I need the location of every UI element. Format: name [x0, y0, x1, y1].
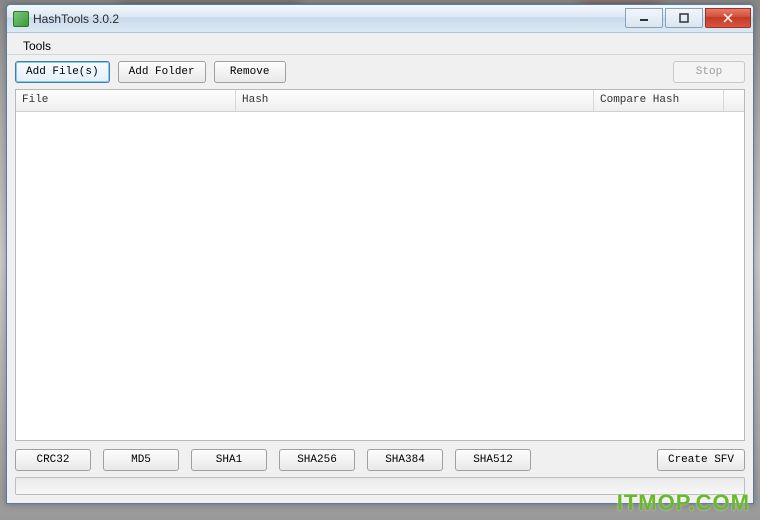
md5-button[interactable]: MD5 [103, 449, 179, 471]
titlebar[interactable]: HashTools 3.0.2 [7, 5, 753, 33]
create-sfv-button[interactable]: Create SFV [657, 449, 745, 471]
sha512-button[interactable]: SHA512 [455, 449, 531, 471]
maximize-button[interactable] [665, 8, 703, 28]
remove-button[interactable]: Remove [214, 61, 286, 83]
col-pad [724, 90, 744, 111]
maximize-icon [679, 13, 689, 23]
close-icon [722, 13, 734, 23]
crc32-button[interactable]: CRC32 [15, 449, 91, 471]
table-header: File Hash Compare Hash [16, 90, 744, 112]
add-folder-button[interactable]: Add Folder [118, 61, 206, 83]
app-window: HashTools 3.0.2 Tools Add File(s) Add Fo… [6, 4, 754, 504]
minimize-icon [639, 13, 649, 23]
sha1-button[interactable]: SHA1 [191, 449, 267, 471]
col-compare-hash[interactable]: Compare Hash [594, 90, 724, 111]
watermark: ITMOP.COM [617, 490, 750, 516]
close-button[interactable] [705, 8, 751, 28]
menubar: Tools [7, 33, 753, 55]
app-icon [13, 11, 29, 27]
table-body [16, 112, 744, 440]
window-title: HashTools 3.0.2 [33, 12, 623, 26]
col-file[interactable]: File [16, 90, 236, 111]
hash-toolbar: CRC32 MD5 SHA1 SHA256 SHA384 SHA512 Crea… [15, 447, 745, 471]
menu-tools[interactable]: Tools [17, 37, 57, 55]
stop-button: Stop [673, 61, 745, 83]
top-toolbar: Add File(s) Add Folder Remove Stop [15, 61, 745, 83]
add-files-button[interactable]: Add File(s) [15, 61, 110, 83]
window-controls [623, 10, 751, 28]
sha256-button[interactable]: SHA256 [279, 449, 355, 471]
content-area: Add File(s) Add Folder Remove Stop File … [7, 55, 753, 503]
file-table[interactable]: File Hash Compare Hash [15, 89, 745, 441]
col-hash[interactable]: Hash [236, 90, 594, 111]
sha384-button[interactable]: SHA384 [367, 449, 443, 471]
minimize-button[interactable] [625, 8, 663, 28]
